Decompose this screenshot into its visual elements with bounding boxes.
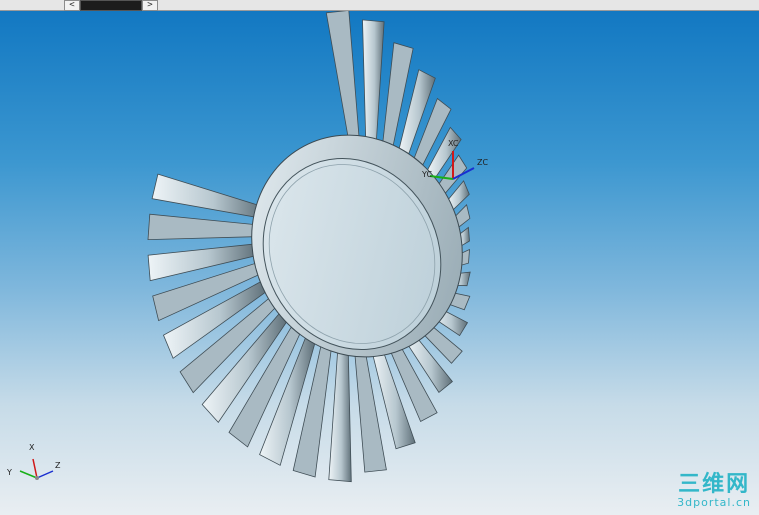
horizontal-scrollbar[interactable]: < > — [0, 0, 759, 11]
graphics-viewport[interactable]: XC YC ZC X Y Z 三维网 3dportal.cn — [0, 11, 759, 515]
gear-tooth — [325, 11, 360, 139]
scroll-left-button[interactable]: < — [64, 0, 80, 11]
gear-tooth — [151, 173, 265, 219]
watermark-logo: 三维网 3dportal.cn — [677, 473, 751, 509]
gear-tooth — [147, 213, 260, 241]
watermark-url: 3dportal.cn — [677, 496, 751, 509]
csys-xc-label: XC — [448, 139, 459, 148]
gear-tooth — [362, 19, 385, 141]
scroll-thumb[interactable] — [80, 0, 142, 11]
view-triad — [19, 458, 54, 480]
watermark-text: 三维网 — [678, 472, 751, 497]
bevel-gear-model[interactable] — [0, 11, 759, 515]
scroll-right-button[interactable]: > — [142, 0, 158, 11]
csys-yc-label: YC — [422, 170, 433, 179]
triad-x-label: X — [29, 443, 35, 452]
gear-tooth — [328, 351, 352, 483]
triad-z-label: Z — [55, 461, 61, 470]
csys-zc-label: ZC — [477, 158, 489, 167]
triad-y-label: Y — [7, 468, 12, 477]
